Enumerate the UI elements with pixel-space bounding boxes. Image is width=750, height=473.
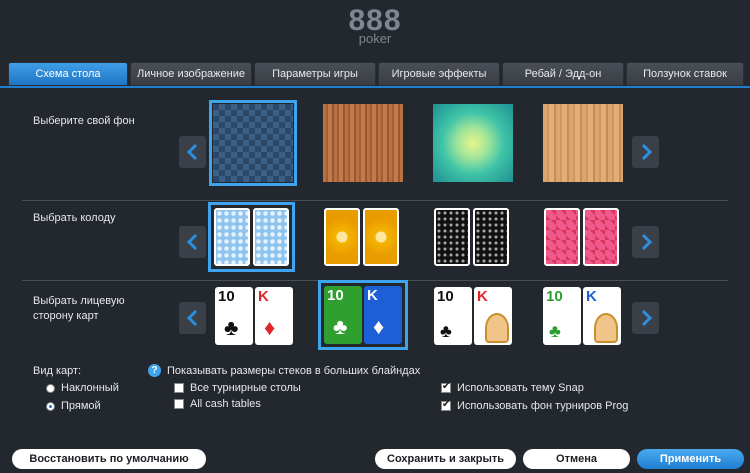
chevron-left-icon: [186, 309, 197, 327]
card-face-ten-clubs: 10 ♣: [215, 287, 253, 345]
background-next-button[interactable]: [632, 136, 659, 168]
card-rank: 10: [437, 288, 454, 305]
card-back: [214, 208, 250, 266]
king-portrait: [594, 313, 618, 343]
divider: [22, 200, 728, 201]
checkbox[interactable]: [174, 399, 184, 409]
chevron-left-icon: [186, 233, 197, 251]
radio-label: Наклонный: [61, 382, 119, 394]
deck-option-black[interactable]: [432, 206, 511, 268]
background-option-teal[interactable]: [433, 104, 513, 182]
card-view-label: Вид карт:: [33, 365, 81, 377]
tab-table-layout[interactable]: Схема стола: [8, 62, 128, 86]
stack-bb-label: Показывать размеры стеков в больших блай…: [167, 364, 421, 377]
deck-next-button[interactable]: [632, 226, 659, 258]
radio-tilted[interactable]: Наклонный: [46, 382, 119, 394]
brand-logo: 888 poker: [0, 6, 750, 46]
save-close-button[interactable]: Сохранить и закрыть: [375, 449, 516, 469]
chevron-right-icon: [641, 143, 652, 161]
tab-rebuy-addon[interactable]: Ребай / Эдд-он: [502, 62, 624, 86]
checkbox[interactable]: [441, 381, 451, 393]
diamond-icon: ♦: [373, 314, 385, 339]
card-face-ten-clubs: 10 ♣: [434, 287, 472, 345]
checkbox[interactable]: [441, 399, 451, 411]
card-back: [544, 208, 580, 266]
logo-word: poker: [358, 31, 392, 46]
faces-option-classic[interactable]: 10 ♣ K ♦: [215, 287, 293, 345]
card-face-king-diamonds: K ♦: [364, 286, 402, 344]
card-back: [473, 208, 509, 266]
faces-next-button[interactable]: [632, 302, 659, 334]
card-view-label-text: Вид карт:: [33, 365, 82, 377]
card-back: [253, 208, 289, 266]
info-icon[interactable]: ?: [148, 364, 161, 377]
checkbox-label: Все турнирные столы: [190, 382, 301, 394]
deck-label: Выбрать колоду: [33, 212, 116, 224]
deck-prev-button[interactable]: [179, 226, 206, 258]
apply-button[interactable]: Применить: [637, 449, 744, 469]
checkbox-all-tournament[interactable]: Все турнирные столы: [174, 382, 301, 394]
card-rank: K: [367, 287, 378, 304]
deck-option-orange[interactable]: [322, 206, 401, 268]
card-rank: K: [586, 288, 597, 305]
faces-option-four-color[interactable]: 10 ♣ K ♦: [318, 280, 408, 350]
checkbox-label: Использовать тему Snap: [457, 382, 584, 394]
deck-option-pink[interactable]: [542, 206, 621, 268]
faces-option-king-classic[interactable]: 10 ♣ K: [434, 287, 512, 345]
card-rank: 10: [546, 288, 563, 305]
card-face-king-diamonds: K ♦: [255, 287, 293, 345]
deck-option-blue[interactable]: [208, 202, 295, 272]
card-face-ten-clubs: 10 ♣: [324, 286, 362, 344]
card-rank: 10: [327, 287, 344, 304]
tab-bet-slider[interactable]: Ползунок ставок: [626, 62, 744, 86]
restore-defaults-button[interactable]: Восстановить по умолчанию: [12, 449, 206, 469]
checkbox-snap-theme[interactable]: Использовать тему Snap: [441, 381, 584, 394]
tab-personal-image[interactable]: Личное изображение: [130, 62, 252, 86]
radio-label: Прямой: [61, 400, 101, 412]
background-option-blue[interactable]: [209, 100, 297, 186]
divider: [22, 280, 728, 281]
card-back: [363, 208, 399, 266]
chevron-right-icon: [641, 233, 652, 251]
club-icon: ♣: [224, 315, 239, 340]
tab-game-effects[interactable]: Игровые эффекты: [378, 62, 500, 86]
card-face-king-diamonds: K: [583, 287, 621, 345]
checkbox-label: Использовать фон турниров Prog: [457, 400, 629, 412]
chevron-left-icon: [186, 143, 197, 161]
club-icon: ♣: [440, 321, 452, 341]
background-option-wood-light[interactable]: [543, 104, 623, 182]
cancel-button[interactable]: Отмена: [523, 449, 630, 469]
faces-prev-button[interactable]: [179, 302, 206, 334]
king-portrait: [485, 313, 509, 343]
card-back: [324, 208, 360, 266]
checkbox-all-cash[interactable]: All cash tables: [174, 398, 261, 410]
checkbox-label: All cash tables: [190, 398, 261, 410]
tab-game-settings[interactable]: Параметры игры: [254, 62, 376, 86]
card-rank: K: [258, 288, 269, 305]
checkbox[interactable]: [174, 383, 184, 393]
card-rank: K: [477, 288, 488, 305]
radio-straight[interactable]: Прямой: [46, 400, 101, 412]
club-icon: ♣: [333, 314, 348, 339]
stack-bb-option: ? Показывать размеры стеков в больших бл…: [148, 364, 420, 377]
chevron-right-icon: [641, 309, 652, 327]
background-prev-button[interactable]: [179, 136, 206, 168]
faces-label: Выбрать лицевую сторону карт: [33, 295, 125, 322]
radio-button[interactable]: [46, 383, 55, 393]
card-back: [583, 208, 619, 266]
radio-button[interactable]: [46, 401, 55, 411]
background-option-wood-dark[interactable]: [323, 104, 403, 182]
card-rank: 10: [218, 288, 235, 305]
background-label: Выберите свой фон: [33, 115, 135, 127]
faces-option-king-four-color[interactable]: 10 ♣ K: [543, 287, 621, 345]
diamond-icon: ♦: [264, 315, 276, 340]
tab-underline: [0, 86, 750, 88]
card-back: [434, 208, 470, 266]
settings-tabs: Схема стола Личное изображение Параметры…: [8, 62, 744, 86]
checkbox-prog-background[interactable]: Использовать фон турниров Prog: [441, 399, 629, 412]
club-icon: ♣: [549, 321, 561, 341]
card-face-king-diamonds: K: [474, 287, 512, 345]
card-face-ten-clubs: 10 ♣: [543, 287, 581, 345]
